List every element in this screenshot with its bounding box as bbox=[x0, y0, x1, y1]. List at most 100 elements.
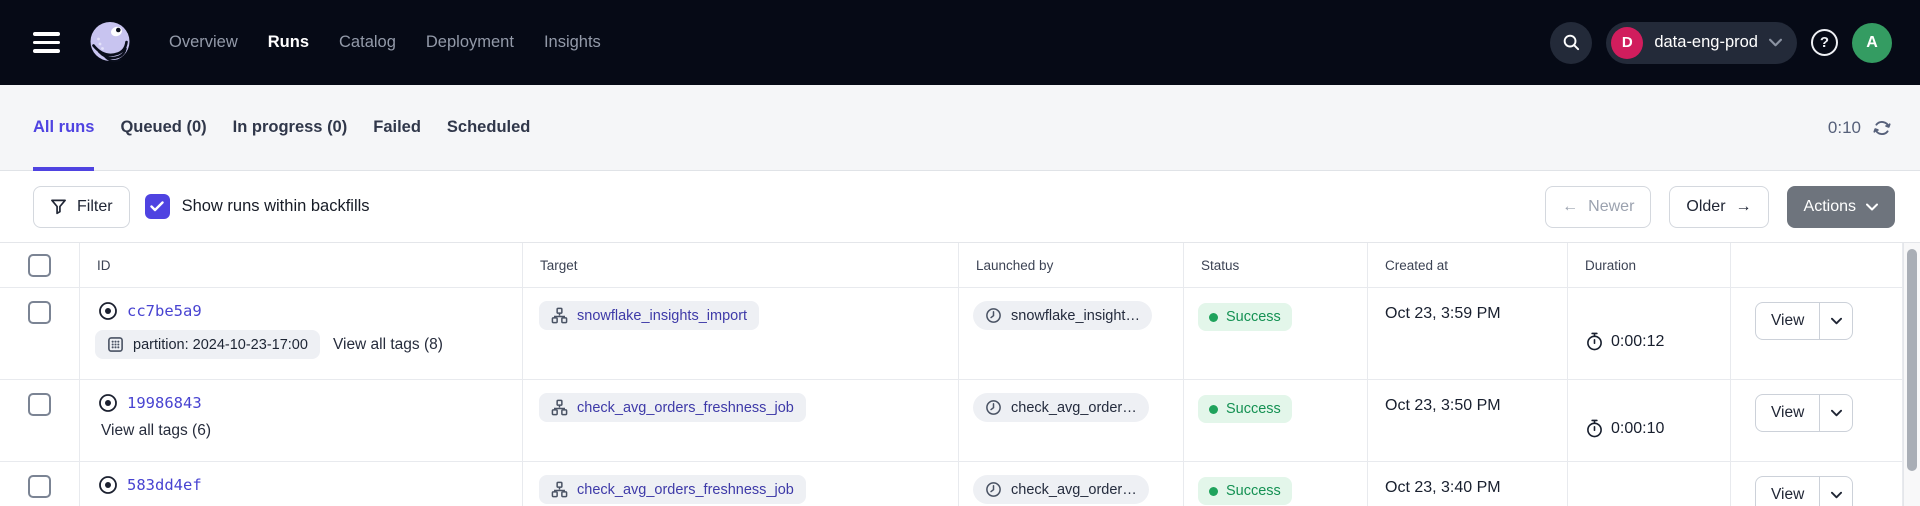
target-cell: check_avg_orders_freshness_job bbox=[523, 380, 959, 462]
dagster-logo-icon[interactable] bbox=[87, 20, 133, 66]
view-button[interactable]: View bbox=[1756, 477, 1819, 506]
target-job-tag[interactable]: check_avg_orders_freshness_job bbox=[539, 393, 806, 422]
created-at-cell: Oct 23, 3:40 PM bbox=[1368, 462, 1568, 506]
navbar-right-cluster: D data-eng-prod ? A bbox=[1550, 22, 1892, 64]
status-badge[interactable]: Success bbox=[1198, 303, 1292, 331]
created-at-cell: Oct 23, 3:50 PM bbox=[1368, 380, 1568, 462]
target-job-tag[interactable]: check_avg_orders_freshness_job bbox=[539, 475, 806, 504]
arrow-right-icon: → bbox=[1736, 198, 1752, 216]
job-icon bbox=[551, 399, 568, 416]
nav-item-overview[interactable]: Overview bbox=[169, 33, 238, 52]
clock-icon bbox=[985, 307, 1002, 324]
partition-tag[interactable]: partition: 2024-10-23-17:00 bbox=[95, 330, 320, 359]
filter-button[interactable]: Filter bbox=[33, 186, 130, 228]
run-id-cell: 583dd4ef bbox=[80, 462, 523, 506]
search-icon bbox=[1562, 33, 1581, 52]
launched-by-cell: check_avg_order… bbox=[959, 462, 1184, 506]
hamburger-menu-icon[interactable] bbox=[33, 32, 60, 52]
refresh-countdown: 0:10 bbox=[1828, 118, 1861, 138]
runs-tabs-bar: All runs Queued (0) In progress (0) Fail… bbox=[0, 85, 1920, 171]
tab-all-runs[interactable]: All runs bbox=[33, 85, 94, 170]
row-checkbox[interactable] bbox=[28, 301, 51, 324]
view-split-button: View bbox=[1755, 476, 1853, 506]
status-label: Success bbox=[1226, 309, 1281, 325]
older-button-label: Older bbox=[1686, 198, 1725, 216]
status-cell: Success bbox=[1184, 462, 1368, 506]
view-all-tags-link[interactable]: View all tags (6) bbox=[101, 422, 211, 440]
target-job-label: check_avg_orders_freshness_job bbox=[577, 400, 794, 416]
row-checkbox[interactable] bbox=[28, 475, 51, 498]
run-id-cell: cc7be5a9 partition: 2024-10-23-17:00 Vie… bbox=[80, 288, 523, 380]
search-button[interactable] bbox=[1550, 22, 1592, 64]
stopwatch-icon bbox=[1586, 332, 1603, 351]
refresh-icon[interactable] bbox=[1872, 118, 1892, 138]
newer-button[interactable]: ← Newer bbox=[1545, 186, 1651, 228]
launched-by-tag[interactable]: snowflake_insight… bbox=[973, 301, 1152, 330]
run-target-icon bbox=[98, 393, 118, 413]
status-label: Success bbox=[1226, 483, 1281, 499]
vertical-scrollbar[interactable] bbox=[1903, 243, 1920, 506]
view-menu-button[interactable] bbox=[1819, 303, 1852, 339]
status-badge[interactable]: Success bbox=[1198, 477, 1292, 505]
partition-tag-label: partition: 2024-10-23-17:00 bbox=[133, 337, 308, 353]
status-dot-icon bbox=[1209, 313, 1218, 322]
run-id-link[interactable]: 19986843 bbox=[127, 394, 202, 412]
tab-failed[interactable]: Failed bbox=[373, 85, 421, 170]
column-header-launched-by: Launched by bbox=[959, 243, 1184, 288]
backfills-checkbox[interactable] bbox=[145, 194, 170, 219]
nav-item-deployment[interactable]: Deployment bbox=[426, 33, 514, 52]
deployment-badge: D bbox=[1611, 27, 1643, 59]
run-target-icon bbox=[98, 301, 118, 321]
target-cell: snowflake_insights_import bbox=[523, 288, 959, 380]
show-backfills-toggle[interactable]: Show runs within backfills bbox=[145, 194, 370, 219]
view-all-tags-link[interactable]: View all tags (8) bbox=[333, 336, 443, 354]
launched-by-tag[interactable]: check_avg_order… bbox=[973, 475, 1149, 504]
row-actions-cell: View bbox=[1731, 380, 1903, 462]
tab-in-progress[interactable]: In progress (0) bbox=[233, 85, 348, 170]
view-button[interactable]: View bbox=[1756, 303, 1819, 339]
job-icon bbox=[551, 481, 568, 498]
actions-button[interactable]: Actions bbox=[1787, 186, 1895, 228]
runs-table: ID Target Launched by Status Created at … bbox=[0, 243, 1903, 506]
tab-queued[interactable]: Queued (0) bbox=[120, 85, 206, 170]
duration-cell: 0:00:10 bbox=[1568, 380, 1731, 462]
deployment-switcher[interactable]: D data-eng-prod bbox=[1606, 22, 1797, 64]
view-menu-button[interactable] bbox=[1819, 477, 1852, 506]
deployment-name: data-eng-prod bbox=[1654, 33, 1758, 52]
nav-item-catalog[interactable]: Catalog bbox=[339, 33, 396, 52]
view-button[interactable]: View bbox=[1756, 395, 1819, 431]
help-icon[interactable]: ? bbox=[1811, 29, 1838, 56]
status-badge[interactable]: Success bbox=[1198, 395, 1292, 423]
top-navbar: Overview Runs Catalog Deployment Insight… bbox=[0, 0, 1920, 85]
view-menu-button[interactable] bbox=[1819, 395, 1852, 431]
row-checkbox[interactable] bbox=[28, 393, 51, 416]
launched-by-tag[interactable]: check_avg_order… bbox=[973, 393, 1149, 422]
runs-table-container: ID Target Launched by Status Created at … bbox=[0, 242, 1920, 506]
newer-button-label: Newer bbox=[1588, 198, 1634, 216]
scrollbar-thumb[interactable] bbox=[1907, 249, 1917, 471]
tab-scheduled[interactable]: Scheduled bbox=[447, 85, 530, 170]
row-checkbox-cell bbox=[0, 462, 80, 506]
duration-label: 0:00:10 bbox=[1611, 420, 1664, 438]
row-actions-cell: View bbox=[1731, 288, 1903, 380]
clock-icon bbox=[985, 481, 1002, 498]
runs-toolbar: Filter Show runs within backfills ← Newe… bbox=[0, 171, 1920, 242]
nav-item-insights[interactable]: Insights bbox=[544, 33, 601, 52]
stopwatch-icon bbox=[1586, 419, 1603, 438]
grid-icon bbox=[107, 336, 124, 353]
job-icon bbox=[551, 307, 568, 324]
nav-item-runs[interactable]: Runs bbox=[268, 33, 309, 52]
chevron-down-icon bbox=[1831, 409, 1842, 417]
launched-by-label: check_avg_order… bbox=[1011, 400, 1137, 416]
view-split-button: View bbox=[1755, 394, 1853, 432]
run-id-link[interactable]: 583dd4ef bbox=[127, 476, 202, 494]
status-label: Success bbox=[1226, 401, 1281, 417]
user-avatar[interactable]: A bbox=[1852, 23, 1892, 63]
chevron-down-icon bbox=[1866, 203, 1878, 211]
target-cell: check_avg_orders_freshness_job bbox=[523, 462, 959, 506]
arrow-left-icon: ← bbox=[1562, 198, 1578, 216]
run-id-link[interactable]: cc7be5a9 bbox=[127, 302, 202, 320]
target-job-tag[interactable]: snowflake_insights_import bbox=[539, 301, 759, 330]
older-button[interactable]: Older → bbox=[1669, 186, 1768, 228]
select-all-checkbox[interactable] bbox=[28, 254, 51, 277]
